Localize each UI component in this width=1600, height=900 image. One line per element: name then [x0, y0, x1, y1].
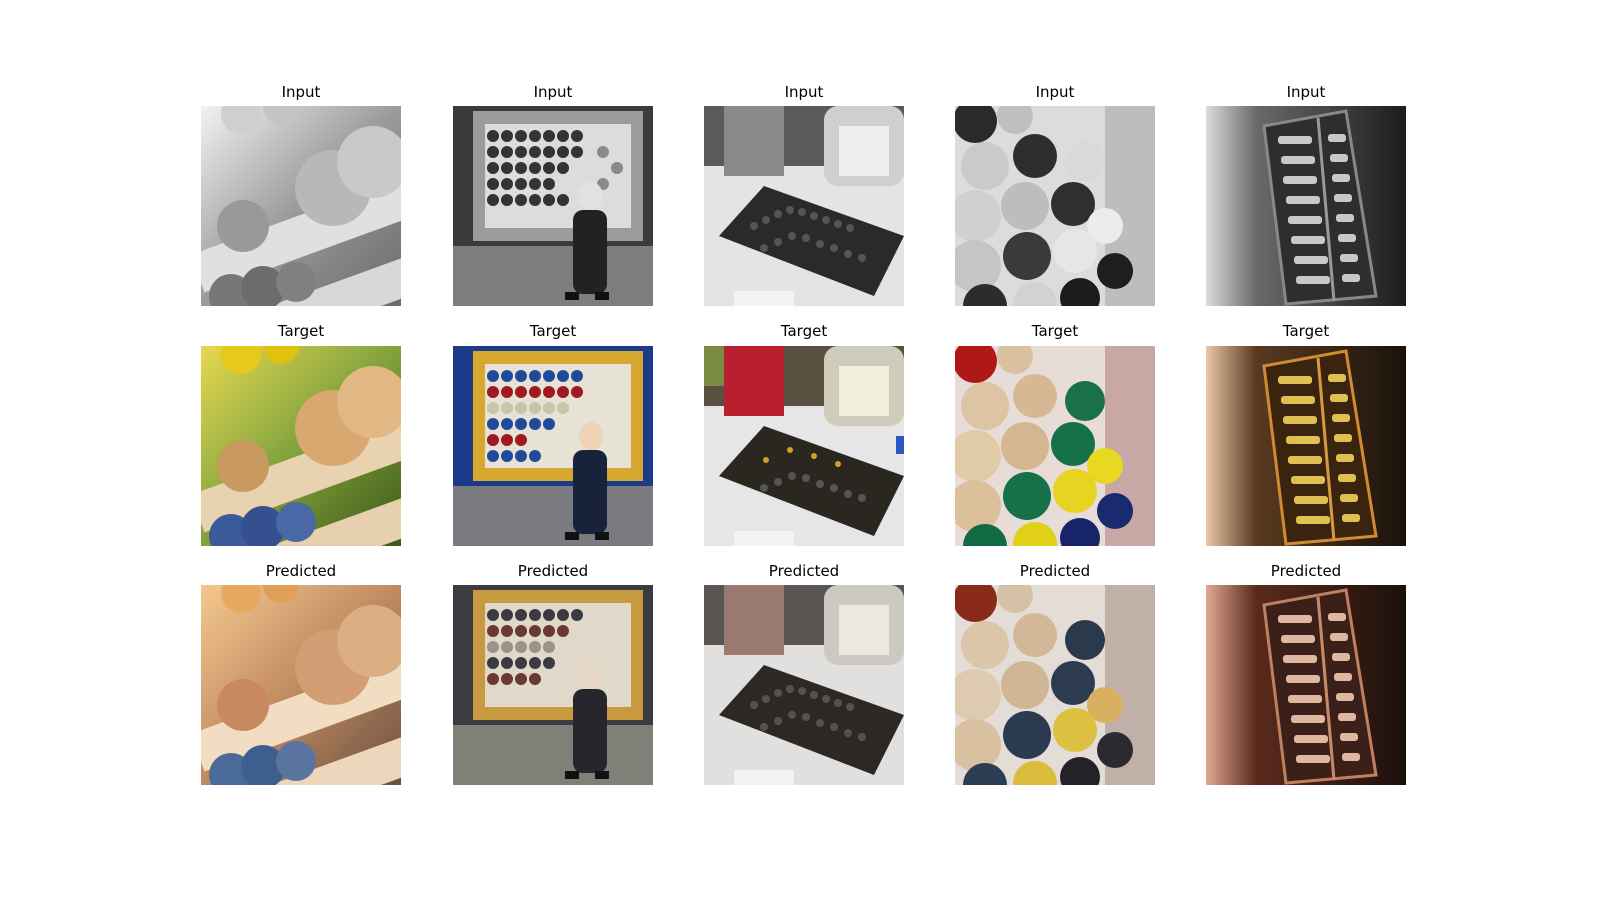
image-panel [704, 585, 904, 785]
panel-title: Target [1031, 322, 1079, 340]
image-panel [955, 585, 1155, 785]
image-panel [1206, 106, 1406, 306]
panel-title: Predicted [768, 562, 840, 580]
panel-title: Target [277, 322, 325, 340]
panel-title: Input [533, 83, 573, 101]
panel-title: Target [780, 322, 828, 340]
panel-title: Input [281, 83, 321, 101]
panel-title: Predicted [265, 562, 337, 580]
image-panel [1206, 585, 1406, 785]
panel-title: Target [1282, 322, 1330, 340]
panel-title: Input [1286, 83, 1326, 101]
image-panel [704, 346, 904, 546]
panel-title: Input [1035, 83, 1075, 101]
panel-title: Predicted [1019, 562, 1091, 580]
image-panel [201, 346, 401, 546]
image-panel [704, 106, 904, 306]
image-panel [453, 106, 653, 306]
image-panel [1206, 346, 1406, 546]
image-panel [201, 585, 401, 785]
panel-title: Predicted [517, 562, 589, 580]
panel-title: Predicted [1270, 562, 1342, 580]
panel-title: Input [784, 83, 824, 101]
image-panel [453, 585, 653, 785]
image-panel [453, 346, 653, 546]
image-panel [201, 106, 401, 306]
panel-title: Target [529, 322, 577, 340]
image-panel [955, 346, 1155, 546]
image-panel [955, 106, 1155, 306]
